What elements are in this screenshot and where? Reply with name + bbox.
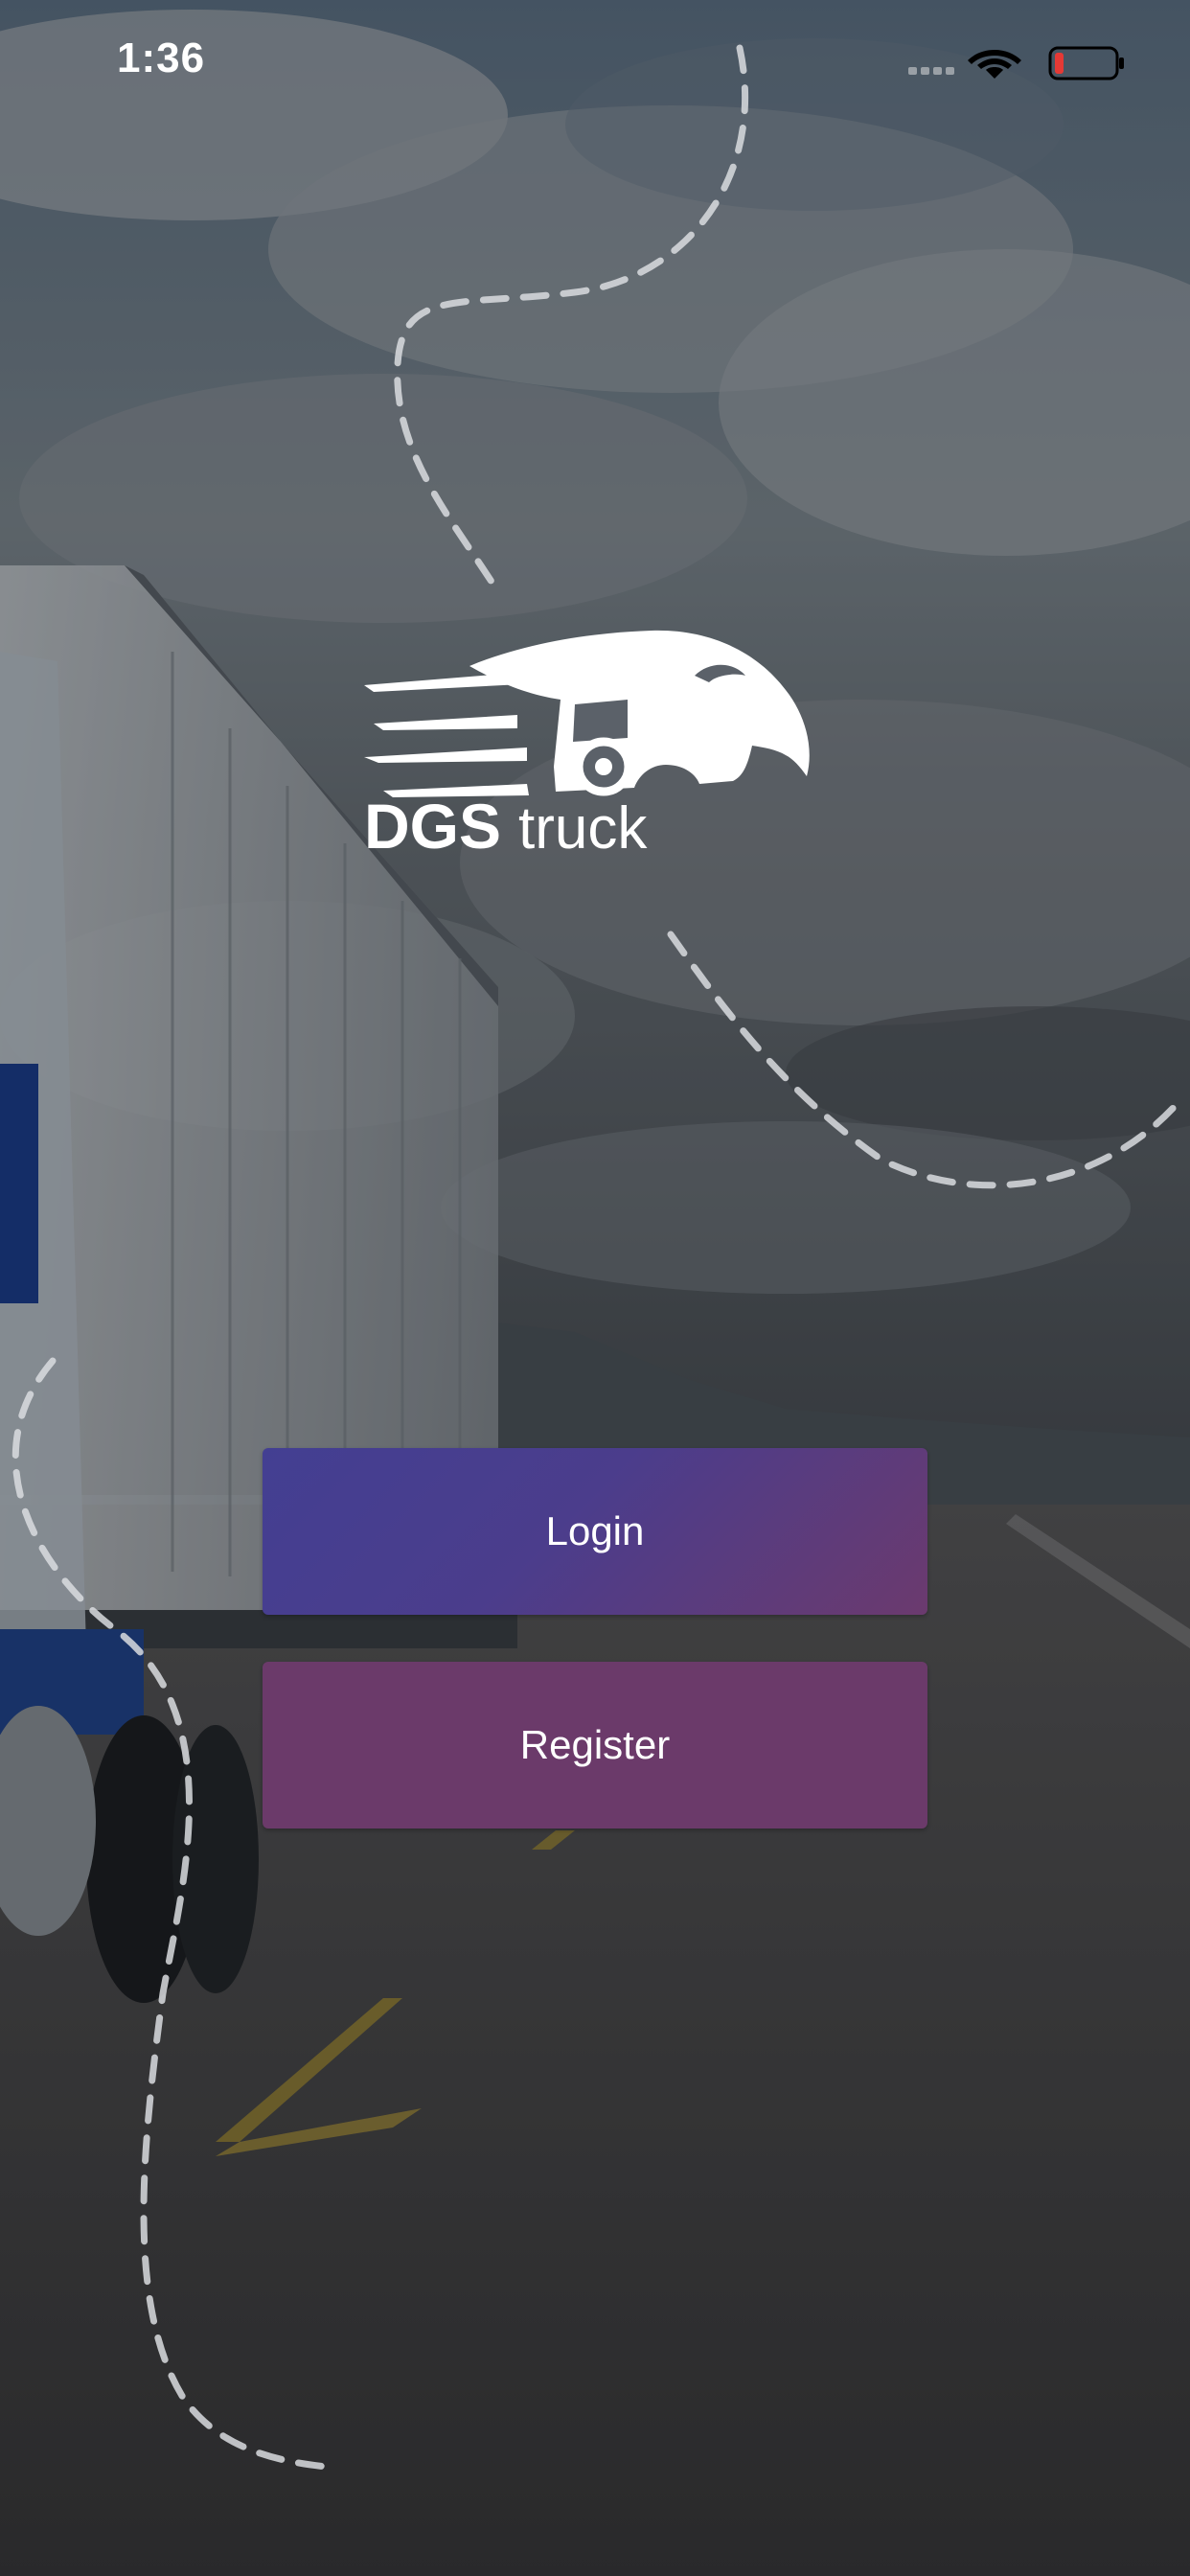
welcome-screen: 1:36 DGS truck Login Register xyxy=(0,0,1190,2576)
brand-name-light: truck xyxy=(518,795,648,862)
background-truck-photo xyxy=(0,0,1190,2576)
svg-text:DGStruck: DGS truck xyxy=(364,791,648,862)
register-button[interactable]: Register xyxy=(263,1662,927,1828)
status-time: 1:36 xyxy=(117,34,206,81)
battery-low-icon xyxy=(1048,46,1124,80)
cellular-signal-icon xyxy=(908,67,954,75)
login-button[interactable]: Login xyxy=(263,1448,927,1615)
status-icons xyxy=(908,46,1124,80)
wifi-icon xyxy=(968,50,1021,79)
brand-name-bold: DGS xyxy=(364,791,501,862)
dgs-truck-logo: DGS truck xyxy=(364,630,810,862)
status-bar: 1:36 xyxy=(0,0,1190,134)
